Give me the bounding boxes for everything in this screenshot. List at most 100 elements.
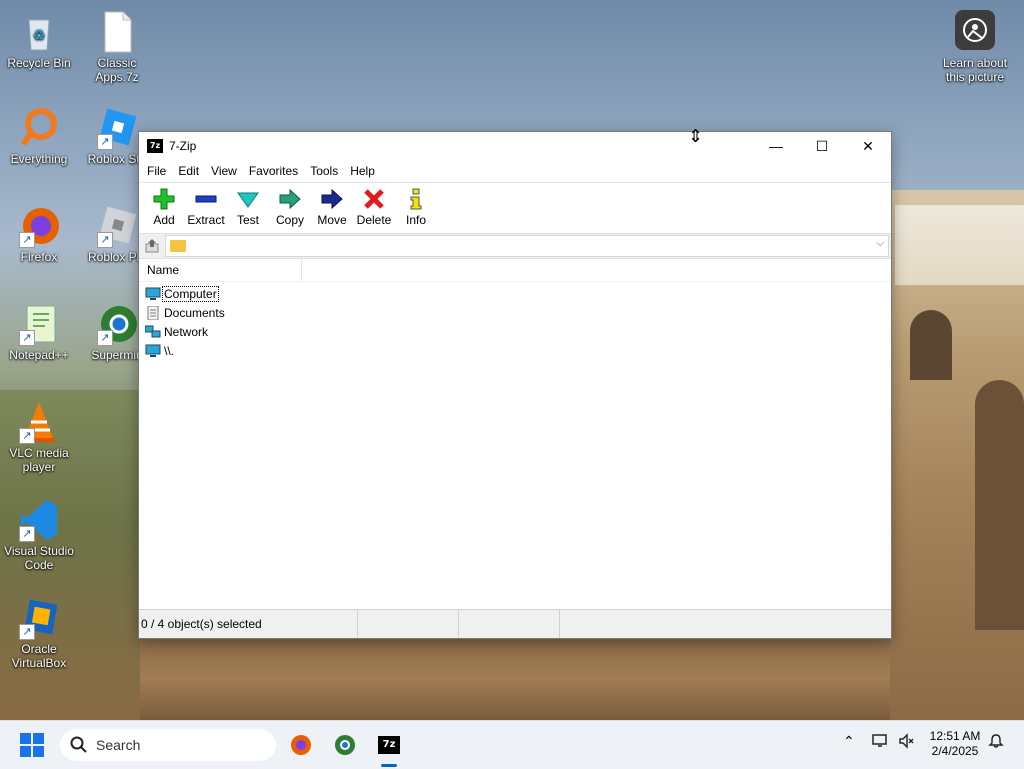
- copy-label: Copy: [275, 213, 304, 227]
- extract-label: Extract: [187, 213, 225, 227]
- notification-bell-icon[interactable]: [988, 733, 1004, 752]
- taskbar-supermium[interactable]: [325, 729, 365, 761]
- test-label: Test: [236, 213, 259, 227]
- info-icon: [410, 188, 422, 210]
- network-status-icon[interactable]: [872, 733, 890, 752]
- delete-label: Delete: [356, 213, 392, 227]
- menu-bar: File Edit View Favorites Tools Help: [139, 160, 891, 182]
- menu-edit[interactable]: Edit: [172, 164, 205, 178]
- taskbar-search[interactable]: Search: [60, 729, 276, 761]
- chevron-down-icon[interactable]: ⌵: [876, 238, 884, 249]
- menu-tools[interactable]: Tools: [304, 164, 344, 178]
- notepad-plus-plus-icon: ↗: [17, 302, 61, 346]
- desktop-icon-firefox[interactable]: ↗ Firefox: [0, 204, 78, 264]
- resize-cursor-icon: ⇕: [688, 126, 704, 146]
- list-item-label: \\.: [164, 343, 175, 358]
- virtualbox-icon: ↗: [17, 596, 61, 640]
- supermium-icon: [335, 735, 355, 755]
- desktop-wallpaper-buildings: [895, 205, 1024, 285]
- toolbar: Add Extract Test Copy Move Delete Info: [139, 182, 891, 233]
- menu-favorites[interactable]: Favorites: [243, 164, 304, 178]
- desktop-icon-label: Notepad++: [9, 348, 69, 362]
- desktop-icon-virtualbox[interactable]: ↗ Oracle VirtualBox: [0, 596, 78, 670]
- speaker-muted-icon[interactable]: [898, 733, 916, 752]
- recycle-bin-icon: ♻: [17, 10, 61, 54]
- windows-logo-icon: [20, 733, 31, 744]
- move-button[interactable]: Move: [311, 183, 353, 227]
- learn-about-label: Learn about this picture: [942, 56, 1008, 84]
- taskbar-sevenzip[interactable]: 7z: [369, 729, 409, 767]
- shortcut-arrow-icon: ↗: [19, 526, 35, 542]
- menu-file[interactable]: File: [141, 164, 172, 178]
- shortcut-arrow-icon: ↗: [19, 624, 35, 640]
- delete-x-icon: [364, 189, 384, 209]
- learn-about-this-picture[interactable]: Learn about this picture: [936, 10, 1014, 84]
- menu-view[interactable]: View: [205, 164, 243, 178]
- list-item[interactable]: Documents: [139, 303, 891, 322]
- up-folder-button[interactable]: [139, 235, 165, 257]
- info-label: Info: [405, 213, 426, 227]
- shortcut-arrow-icon: ↗: [19, 330, 35, 346]
- copy-button[interactable]: Copy: [269, 183, 311, 227]
- sevenzip-app-icon: 7z: [147, 139, 163, 153]
- list-item[interactable]: Network: [139, 322, 891, 341]
- svg-text:♻: ♻: [33, 27, 46, 43]
- desktop-icon-vlc[interactable]: ↗ VLC media player: [0, 400, 78, 474]
- roblox-player-icon: ↗: [95, 204, 139, 248]
- desktop-icon-label: Oracle VirtualBox: [11, 642, 67, 670]
- list-header: Name: [139, 259, 891, 282]
- list-item[interactable]: \\.: [139, 341, 891, 360]
- file-list: Computer Documents Network \\.: [139, 282, 891, 360]
- delete-button[interactable]: Delete: [353, 183, 395, 227]
- chevron-up-icon[interactable]: ⌃: [843, 733, 855, 750]
- maximize-button[interactable]: ☐: [799, 132, 845, 160]
- shortcut-arrow-icon: ↗: [19, 232, 35, 248]
- computer-icon: [145, 287, 161, 300]
- roblox-studio-icon: ↗: [95, 106, 139, 150]
- info-button[interactable]: Info: [395, 183, 437, 227]
- status-pane-3: [459, 610, 560, 638]
- windows-logo-icon: [33, 733, 44, 744]
- sevenzip-window[interactable]: 7z 7-Zip — ☐ ✕ File Edit View Favorites …: [138, 131, 892, 639]
- address-bar: ⌵: [139, 233, 891, 259]
- move-arrow-icon: [321, 188, 343, 210]
- documents-icon: [147, 305, 159, 320]
- extract-button[interactable]: Extract: [185, 183, 227, 227]
- desktop-icon-label: Recycle Bin: [7, 56, 71, 70]
- shortcut-arrow-icon: ↗: [97, 232, 113, 248]
- desktop-icon-label: Classic Apps.7z: [95, 56, 139, 84]
- minimize-button[interactable]: —: [753, 132, 799, 160]
- list-item[interactable]: Computer: [139, 284, 891, 303]
- desktop-icon-classic-apps[interactable]: Classic Apps.7z: [78, 10, 156, 84]
- supermium-icon: ↗: [95, 302, 139, 346]
- column-header-name[interactable]: Name: [139, 259, 302, 281]
- start-button[interactable]: [20, 733, 44, 757]
- shortcut-arrow-icon: ↗: [97, 330, 113, 346]
- title-bar[interactable]: 7z 7-Zip — ☐ ✕: [139, 132, 891, 160]
- clock-date: 2/4/2025: [931, 744, 979, 758]
- desktop-icon-notepad-plus-plus[interactable]: ↗ Notepad++: [0, 302, 78, 362]
- status-pane-2: [358, 610, 459, 638]
- taskbar-clock[interactable]: 12:51 AM 2/4/2025: [922, 729, 988, 759]
- taskbar-firefox[interactable]: [281, 729, 321, 761]
- add-button[interactable]: Add: [143, 183, 185, 227]
- desktop-wallpaper-rocks: [140, 637, 890, 720]
- menu-help[interactable]: Help: [344, 164, 381, 178]
- test-button[interactable]: Test: [227, 183, 269, 227]
- desktop-wallpaper-arch: [910, 310, 952, 380]
- camera-info-icon: [955, 10, 995, 50]
- folder-icon: [170, 240, 186, 252]
- desktop-icon-vscode[interactable]: ↗ Visual Studio Code: [0, 498, 78, 572]
- address-input[interactable]: ⌵: [165, 235, 889, 257]
- desktop-icon-everything[interactable]: Everything: [0, 106, 78, 166]
- windows-logo-icon: [20, 746, 31, 757]
- search-icon: [70, 736, 87, 753]
- status-bar: 0 / 4 object(s) selected: [139, 609, 891, 638]
- close-button[interactable]: ✕: [845, 132, 891, 160]
- checkmark-icon: [237, 192, 259, 208]
- archive-file-icon: [95, 10, 139, 54]
- desktop-icon-recycle-bin[interactable]: ♻ Recycle Bin: [0, 10, 78, 70]
- taskbar: Search 7z ⌃ 12:51 AM 2/4/2025: [0, 720, 1024, 769]
- desktop-icon-label: Visual Studio Code: [4, 544, 74, 572]
- vscode-icon: ↗: [17, 498, 61, 542]
